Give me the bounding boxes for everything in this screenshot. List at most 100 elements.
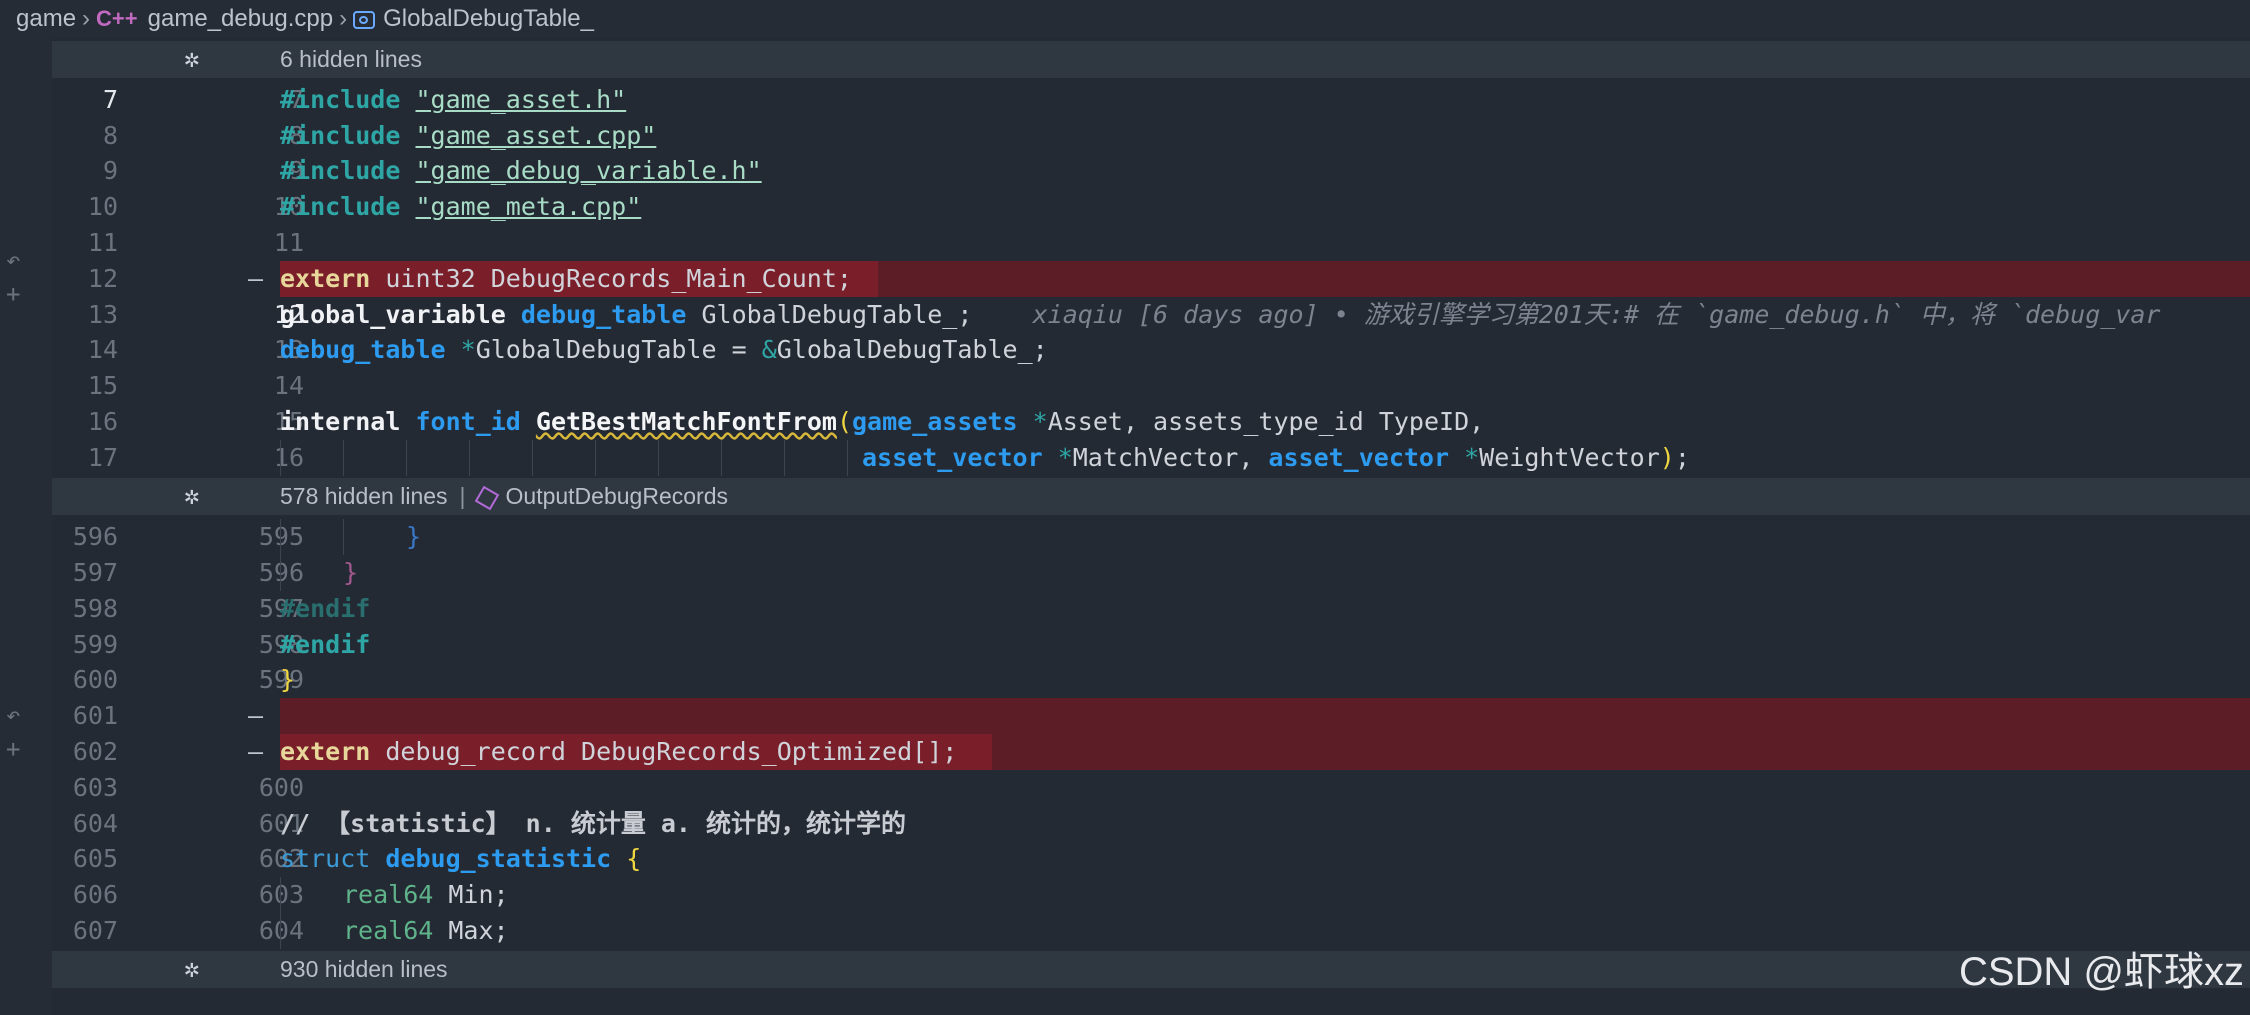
code-line[interactable]: 13 12 global_variable debug_table Global…	[52, 297, 2250, 333]
code-line[interactable]: 17 16 asset_vector *MatchVector, asset_v…	[52, 440, 2250, 476]
line-number-modified: 604	[258, 916, 304, 945]
token-brace: }	[406, 522, 422, 551]
deleted-code-line[interactable]: 12 — extern uint32 DebugRecords_Main_Cou…	[52, 261, 2250, 297]
code-line[interactable]: 8 8 #include "game_asset.cpp"	[52, 118, 2250, 154]
code-line[interactable]: 15 14	[52, 368, 2250, 404]
code-line[interactable]: 9 9 #include "game_debug_variable.h"	[52, 153, 2250, 189]
line-number-original: 14	[87, 335, 118, 364]
indent-guide	[280, 877, 281, 913]
token-extern: extern	[280, 264, 371, 293]
deleted-code-line[interactable]: 602 — extern debug_record DebugRecords_O…	[52, 734, 2250, 770]
token-pointer: *	[1032, 407, 1048, 436]
token-rest: MatchVector,	[1072, 443, 1269, 472]
line-number-original: 602	[72, 737, 118, 766]
line-number-original: 9	[102, 156, 118, 185]
token-extern: extern	[280, 737, 371, 766]
token-type: font_id	[415, 407, 521, 436]
token-string[interactable]: "game_asset.h"	[415, 85, 626, 114]
line-number-original: 601	[72, 701, 118, 730]
code-text: #include "game_debug_variable.h"	[280, 153, 762, 189]
hidden-lines-bar[interactable]: ✲ 930 hidden lines	[52, 951, 2250, 988]
code-line[interactable]: 603 600	[52, 770, 2250, 806]
indent-guide	[469, 440, 470, 476]
code-text: #endif	[280, 627, 370, 663]
hidden-lines-label: 6 hidden lines	[280, 46, 422, 72]
deleted-line-highlight	[280, 698, 2250, 734]
code-line[interactable]: 600 599 }	[52, 662, 2250, 698]
code-text: real64 Max;	[343, 913, 509, 949]
code-line[interactable]: 598 597 #endif	[52, 591, 2250, 627]
token-rest: Asset, assets_type_id TypeID,	[1047, 407, 1485, 436]
add-icon[interactable]: +	[6, 282, 20, 306]
chevron-right-icon: ›	[339, 5, 348, 32]
token-string[interactable]: "game_asset.cpp"	[415, 121, 656, 150]
line-number-modified: 14	[273, 371, 304, 400]
token-rest: uint32 DebugRecords_Main_Count;	[370, 264, 852, 293]
token-string[interactable]: "game_debug_variable.h"	[415, 156, 761, 185]
token-type: game_assets	[852, 407, 1018, 436]
code-line[interactable]: 597 596 }	[52, 555, 2250, 591]
code-line[interactable]: 11 11	[52, 225, 2250, 261]
line-number-modified: 596	[258, 558, 304, 587]
line-number-original: 17	[87, 443, 118, 472]
token-type: asset_vector	[862, 443, 1043, 472]
token-function-name[interactable]: GetBestMatchFontFrom	[536, 407, 837, 436]
line-number-original: 11	[87, 228, 118, 257]
code-line[interactable]: 604 601 // 【statistic】 n. 统计量 a. 统计的，统计学…	[52, 806, 2250, 842]
line-number-original: 596	[72, 522, 118, 551]
token-include: #include	[280, 156, 401, 185]
line-number-original: 606	[72, 880, 118, 909]
token-ampersand: &	[761, 335, 777, 364]
breadcrumb: game › C++ game_debug.cpp › GlobalDebugT…	[0, 0, 2250, 38]
token-rest: GlobalDebugTable_;	[776, 335, 1048, 364]
code-line[interactable]: 607 604 real64 Max;	[52, 913, 2250, 949]
code-line[interactable]: 7 7 #include "game_asset.h"	[52, 82, 2250, 118]
token-type: asset_vector	[1268, 443, 1450, 472]
code-line[interactable]: 10 10 #include "game_meta.cpp"	[52, 189, 2250, 225]
breadcrumb-folder[interactable]: game	[16, 5, 76, 33]
code-line[interactable]: 16 15 internal font_id GetBestMatchFontF…	[52, 404, 2250, 440]
code-text: #include "game_meta.cpp"	[280, 189, 641, 225]
token-rest: Max;	[433, 916, 509, 945]
hidden-lines-bar[interactable]: ✲ 6 hidden lines	[52, 41, 2250, 78]
hidden-lines-bar[interactable]: ✲ 578 hidden lines | OutputDebugRecords	[52, 478, 2250, 515]
code-line[interactable]: 605 602 struct debug_statistic {	[52, 841, 2250, 877]
git-blame-annotation[interactable]: xiaqiu [6 days ago] • 游戏引擎学习第201天:# 在 `g…	[1033, 300, 2161, 329]
indent-guide	[784, 440, 785, 476]
add-icon[interactable]: +	[6, 737, 20, 761]
revert-change-icon[interactable]: ↶	[6, 703, 20, 727]
token-string[interactable]: "game_meta.cpp"	[415, 192, 641, 221]
deleted-code-line[interactable]: 601 —	[52, 698, 2250, 734]
code-comment: // 【statistic】 n. 统计量 a. 统计的，统计学的	[280, 809, 907, 838]
line-number-modified: 16	[273, 443, 304, 472]
token-include: #include	[280, 85, 401, 114]
token-brace: {	[626, 844, 642, 873]
breadcrumb-symbol[interactable]: GlobalDebugTable_	[353, 5, 594, 33]
unfold-icon[interactable]: ✲	[184, 956, 200, 982]
code-text: extern debug_record DebugRecords_Optimiz…	[280, 734, 957, 770]
unfold-icon[interactable]: ✲	[184, 483, 200, 509]
indent-guide	[280, 440, 281, 476]
line-number-original: 16	[87, 407, 118, 436]
line-number-original: 10	[87, 192, 118, 221]
unfold-icon[interactable]: ✲	[184, 46, 200, 72]
code-line[interactable]: 596 595 }	[52, 519, 2250, 555]
breadcrumb-symbol-label: GlobalDebugTable_	[383, 5, 594, 32]
token-internal: internal	[280, 407, 401, 436]
code-line[interactable]: 14 13 debug_table *GlobalDebugTable = &G…	[52, 332, 2250, 368]
code-text: real64 Min;	[343, 877, 509, 913]
hidden-symbol-link[interactable]: OutputDebugRecords	[506, 483, 728, 509]
code-text: internal font_id GetBestMatchFontFrom(ga…	[280, 404, 1484, 440]
revert-change-icon[interactable]: ↶	[6, 248, 20, 272]
code-line[interactable]: 599 598 #endif	[52, 627, 2250, 663]
code-line[interactable]: 606 603 real64 Min;	[52, 877, 2250, 913]
breadcrumb-file[interactable]: C++ game_debug.cpp	[96, 5, 333, 33]
deleted-marker: —	[248, 701, 264, 730]
separator: |	[459, 483, 466, 509]
line-number-original: 13	[87, 300, 118, 329]
breadcrumb-file-label: game_debug.cpp	[147, 5, 334, 32]
token-include: #include	[280, 192, 401, 221]
deleted-marker: —	[248, 737, 264, 766]
indent-guide	[406, 440, 407, 476]
token-paren: (	[836, 407, 852, 436]
